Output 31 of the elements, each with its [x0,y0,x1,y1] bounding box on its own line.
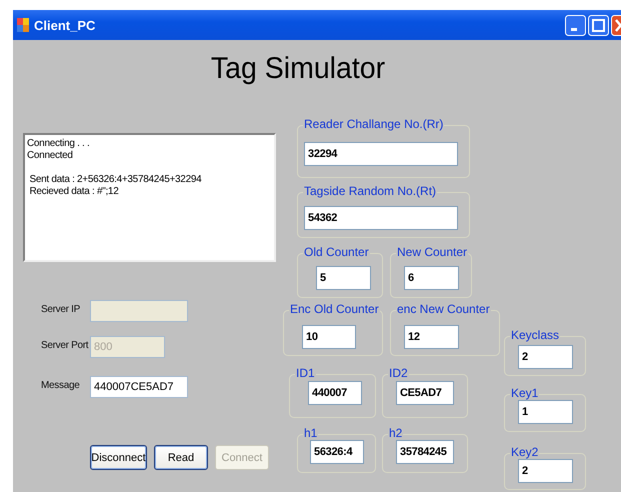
input-field[interactable]: 10 [302,325,356,349]
group-label: Keyclass [510,328,560,343]
input-field[interactable]: CE5AD7 [396,381,454,405]
group-label: Tagside Random No.(Rt) [303,184,438,199]
log-line: Sent data : 2+56326:4+35784245+32294 [28,174,202,186]
input-field[interactable]: 440007 [308,381,362,405]
log-textbox[interactable]: Connecting . . . Connected Sent data : 2+56326:4+35784245+32294 Recieved data : #";12 [23,133,276,262]
input-field[interactable]: 54362 [304,206,458,230]
field-label: Message [41,380,80,391]
window-title: Client_PC [34,18,96,32]
input-field[interactable]: 32294 [304,142,458,166]
field-label: Server Port [41,340,88,351]
action-button[interactable]: Read [154,445,208,470]
log-line: Connected [27,150,74,162]
input-field[interactable]: 2 [518,345,573,369]
log-line: Recieved data : #";12 [28,186,120,198]
input-field[interactable]: 56326:4 [310,440,364,464]
group-label: Key1 [510,386,540,401]
log-line: Connecting . . . [27,138,90,150]
input-field[interactable]: 12 [404,325,459,349]
input-field[interactable]: 5 [316,266,371,290]
group-label: Reader Challange No.(Rr) [303,117,444,132]
input-field[interactable]: 2 [518,459,573,483]
input-field[interactable]: 440007CE5AD7 [90,376,188,398]
action-button[interactable]: Disconnect [90,445,147,470]
input-field[interactable]: 1 [518,400,573,424]
input-field[interactable]: 35784245 [396,440,454,464]
group-label: Key2 [510,445,540,460]
app-heading: Tag Simulator [210,52,386,86]
input-field[interactable]: 6 [404,266,459,290]
field-label: Server IP [41,304,80,315]
